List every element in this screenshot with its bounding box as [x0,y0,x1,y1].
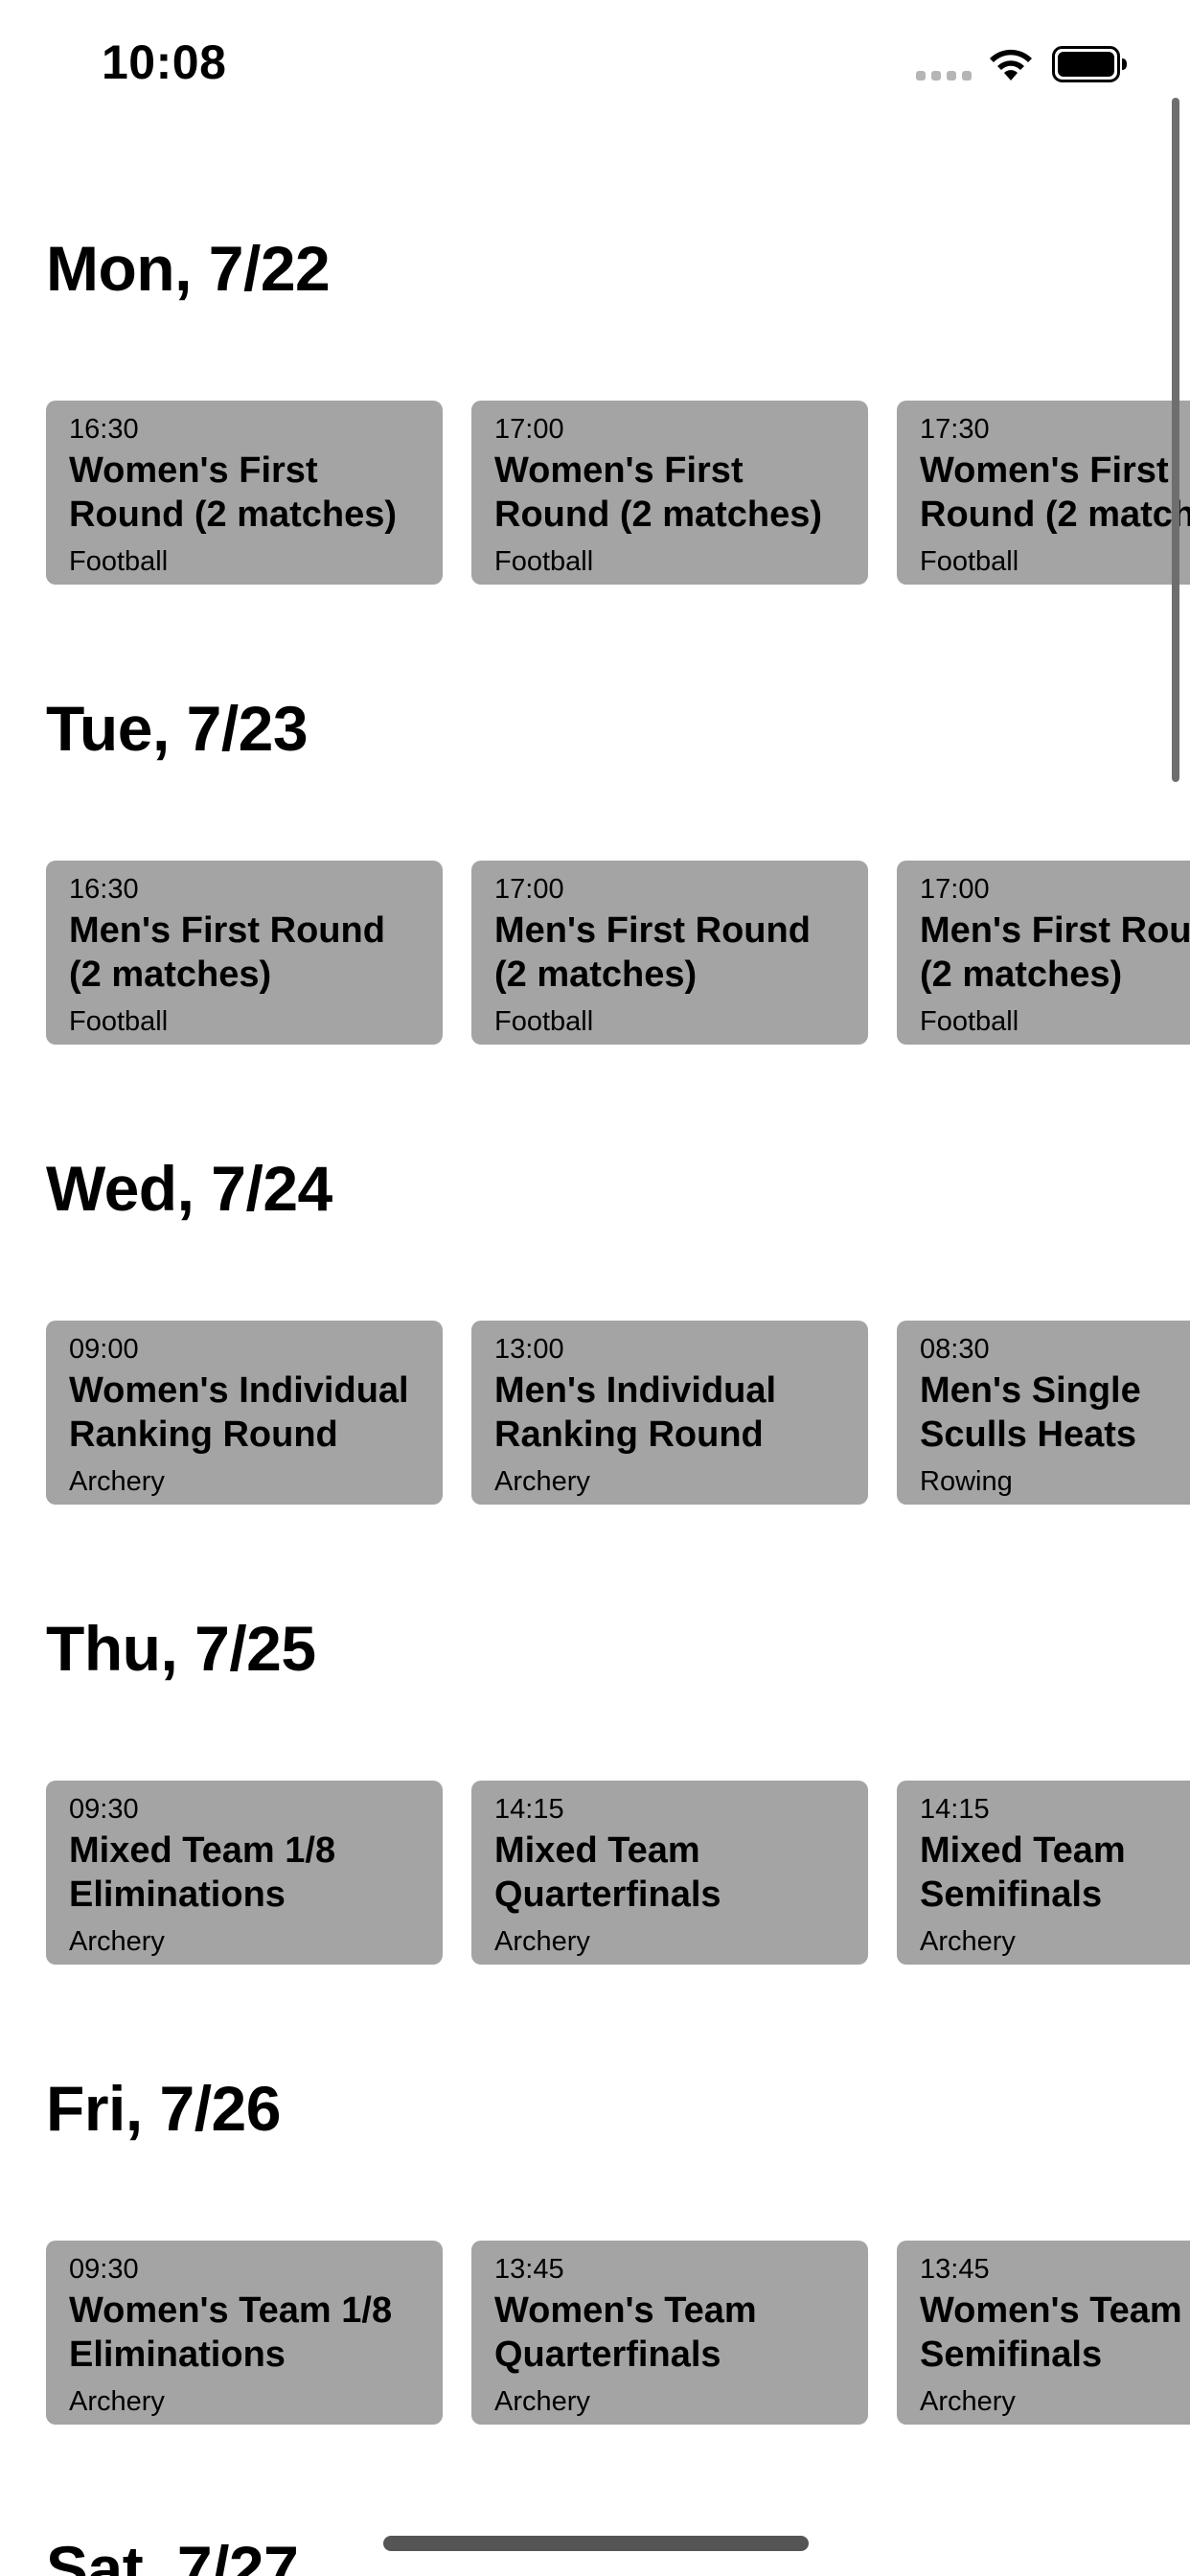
event-sport: Archery [494,1466,590,1497]
event-title: Men's First Round (2 matches) [69,910,385,995]
schedule-scroll-view[interactable]: Mon, 7/22 16:30 Women's First Round (2 m… [0,0,1190,2576]
events-carousel[interactable]: 09:30 Women's Team 1/8 Eliminations Arch… [0,2241,1190,2426]
event-title: Women's Team 1/8 Eliminations [69,2290,393,2375]
event-time: 17:00 [494,874,564,905]
event-card[interactable]: 17:00 Women's First Round (2 matches) Fo… [471,401,868,585]
events-carousel[interactable]: 09:30 Mixed Team 1/8 Eliminations Archer… [0,1781,1190,1966]
event-card[interactable]: 13:00 Men's Individual Ranking Round Arc… [471,1321,868,1505]
event-sport: Archery [69,2386,165,2417]
event-card[interactable]: 16:30 Women's First Round (2 matches) Fo… [46,401,443,585]
event-sport: Football [494,1006,594,1037]
day-section: Mon, 7/22 16:30 Women's First Round (2 m… [0,232,1190,692]
event-time: 16:30 [69,874,139,905]
event-title: Men's First Round (2 matches) [920,910,1190,995]
event-title: Women's First Round (2 matches) [920,450,1190,535]
event-card[interactable]: 14:15 Mixed Team Semifinals Archery [897,1781,1190,1965]
event-title: Men's Individual Ranking Round [494,1370,777,1455]
event-sport: Archery [920,1926,1016,1957]
event-sport: Rowing [920,1466,1013,1497]
day-section: Wed, 7/24 09:00 Women's Individual Ranki… [0,1152,1190,1612]
status-time: 10:08 [102,35,227,89]
vertical-scroll-indicator[interactable] [1172,98,1179,782]
event-title: Women's First Round (2 matches) [494,450,823,535]
day-section: Thu, 7/25 09:30 Mixed Team 1/8 Eliminati… [0,1612,1190,2072]
event-card[interactable]: 14:15 Mixed Team Quarterfinals Archery [471,1781,868,1965]
event-title: Men's First Round (2 matches) [494,910,811,995]
event-time: 09:30 [69,2254,139,2285]
status-bar: 10:08 [0,0,1190,126]
event-time: 13:45 [920,2254,990,2285]
day-title: Sat, 7/27 [46,2533,299,2576]
event-time: 08:30 [920,1334,990,1365]
day-section: Tue, 7/23 16:30 Men's First Round (2 mat… [0,692,1190,1152]
event-sport: Archery [69,1466,165,1497]
event-title: Men's Single Sculls Heats [920,1370,1141,1455]
wifi-icon [990,49,1032,80]
event-card[interactable]: 16:30 Men's First Round (2 matches) Foot… [46,861,443,1045]
event-sport: Football [69,1006,169,1037]
day-title: Wed, 7/24 [46,1153,332,1224]
event-sport: Archery [69,1926,165,1957]
day-title: Thu, 7/25 [46,1613,316,1684]
event-title: Mixed Team Quarterfinals [494,1830,721,1915]
event-sport: Football [920,1006,1019,1037]
event-time: 17:00 [920,874,990,905]
event-title: Women's First Round (2 matches) [69,450,398,535]
battery-icon [1052,46,1127,82]
event-sport: Football [69,546,169,577]
event-sport: Archery [494,2386,590,2417]
events-carousel[interactable]: 16:30 Men's First Round (2 matches) Foot… [0,861,1190,1046]
home-indicator[interactable] [383,2536,809,2551]
day-title: Mon, 7/22 [46,233,331,304]
event-sport: Archery [494,1926,590,1957]
event-card[interactable]: 09:30 Women's Team 1/8 Eliminations Arch… [46,2241,443,2425]
event-time: 09:00 [69,1334,139,1365]
day-section: Fri, 7/26 09:30 Women's Team 1/8 Elimina… [0,2072,1190,2532]
day-title: Fri, 7/26 [46,2073,281,2144]
event-title: Mixed Team Semifinals [920,1830,1126,1915]
event-card[interactable]: 09:30 Mixed Team 1/8 Eliminations Archer… [46,1781,443,1965]
event-card[interactable]: 17:00 Men's First Round (2 matches) Foot… [471,861,868,1045]
events-carousel[interactable]: 09:00 Women's Individual Ranking Round A… [0,1321,1190,1506]
event-sport: Football [494,546,594,577]
event-time: 17:30 [920,414,990,445]
event-sport: Football [920,546,1019,577]
event-time: 16:30 [69,414,139,445]
event-card[interactable]: 17:00 Men's First Round (2 matches) Foot… [897,861,1190,1045]
event-card[interactable]: 13:45 Women's Team Semifinals Archery [897,2241,1190,2425]
event-title: Mixed Team 1/8 Eliminations [69,1830,336,1915]
event-card[interactable]: 09:00 Women's Individual Ranking Round A… [46,1321,443,1505]
event-time: 17:00 [494,414,564,445]
event-card[interactable]: 13:45 Women's Team Quarterfinals Archery [471,2241,868,2425]
event-time: 14:15 [920,1794,990,1825]
event-time: 13:00 [494,1334,564,1365]
event-title: Women's Team Quarterfinals [494,2290,757,2375]
events-carousel[interactable]: 16:30 Women's First Round (2 matches) Fo… [0,401,1190,586]
cellular-signal-icon [916,71,972,82]
event-time: 14:15 [494,1794,564,1825]
day-title: Tue, 7/23 [46,693,309,764]
event-card[interactable]: 17:30 Women's First Round (2 matches) Fo… [897,401,1190,585]
event-time: 09:30 [69,1794,139,1825]
event-title: Women's Individual Ranking Round [69,1370,409,1455]
event-title: Women's Team Semifinals [920,2290,1182,2375]
event-time: 13:45 [494,2254,564,2285]
event-card[interactable]: 08:30 Men's Single Sculls Heats Rowing [897,1321,1190,1505]
event-sport: Archery [920,2386,1016,2417]
